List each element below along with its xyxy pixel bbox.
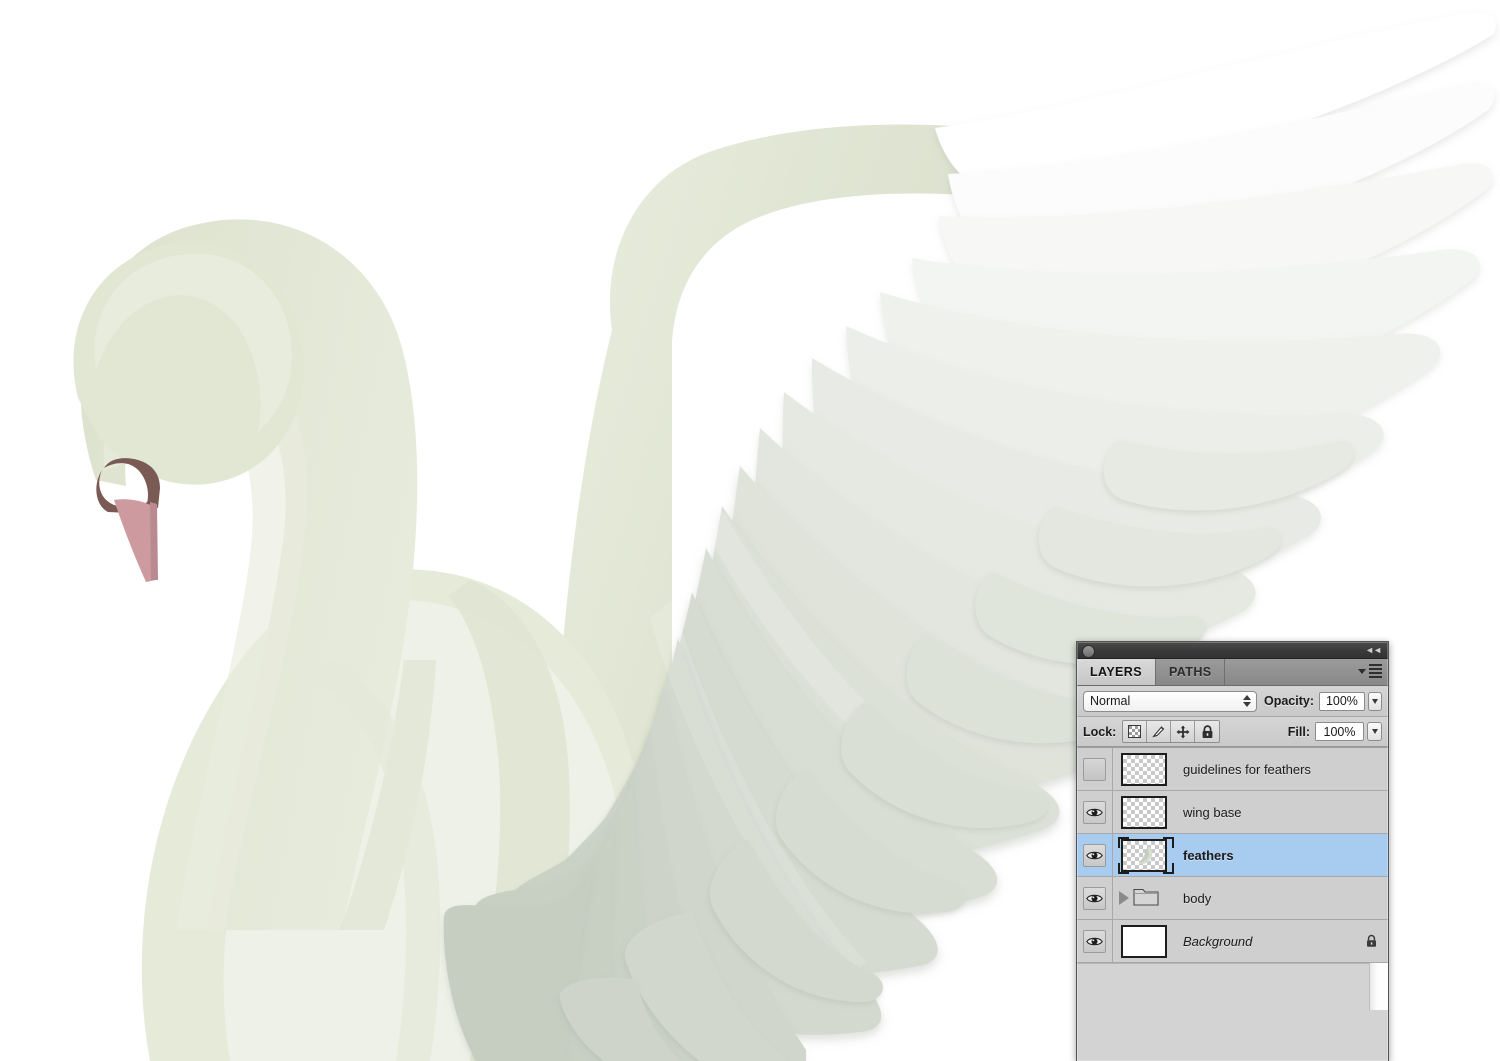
- layer-thumbnail-image: [1121, 795, 1167, 829]
- layer-name-label[interactable]: Background: [1175, 934, 1354, 949]
- layer-group-cell[interactable]: [1113, 877, 1175, 920]
- layer-thumbnail[interactable]: [1113, 920, 1175, 963]
- opacity-value: 100%: [1325, 694, 1358, 708]
- layer-thumbnail-image: [1121, 838, 1167, 872]
- table-row[interactable]: Background: [1077, 919, 1388, 963]
- table-row[interactable]: wing base: [1077, 790, 1388, 834]
- panel-titlebar[interactable]: ◄◄: [1077, 642, 1388, 659]
- layer-thumbnail-image: [1121, 752, 1167, 786]
- layer-list[interactable]: guidelines for feathers wing base feathe…: [1077, 747, 1388, 1010]
- eye-icon-off: [1083, 757, 1106, 781]
- panel-grip-icon[interactable]: [1082, 645, 1095, 658]
- layer-name-label[interactable]: feathers: [1175, 848, 1354, 863]
- eye-icon: [1083, 886, 1106, 910]
- layer-visibility-toggle[interactable]: [1077, 790, 1113, 834]
- tab-paths-label: PATHS: [1168, 665, 1212, 679]
- layer-thumbnail[interactable]: [1113, 791, 1175, 834]
- panel-menu-lines-icon: [1369, 664, 1382, 678]
- fill-value: 100%: [1323, 724, 1356, 739]
- table-row[interactable]: guidelines for feathers: [1077, 747, 1388, 791]
- layer-thumbnail[interactable]: [1113, 834, 1175, 877]
- table-row[interactable]: body: [1077, 876, 1388, 920]
- collapse-to-icons-icon[interactable]: ◄◄: [1365, 645, 1382, 655]
- layer-name-label[interactable]: guidelines for feathers: [1175, 762, 1354, 777]
- layer-visibility-toggle[interactable]: [1077, 919, 1113, 963]
- layer-name-label[interactable]: wing base: [1175, 805, 1354, 820]
- folder-icon: [1133, 887, 1159, 910]
- layer-thumbnail[interactable]: [1113, 748, 1175, 791]
- lock-button-group[interactable]: [1122, 720, 1221, 743]
- eye-icon: [1083, 800, 1106, 824]
- lock-image-pixels-icon[interactable]: [1147, 721, 1172, 742]
- lock-label: Lock:: [1083, 724, 1117, 739]
- blend-mode-stepper-icon[interactable]: [1243, 694, 1251, 707]
- table-row[interactable]: feathers: [1077, 833, 1388, 877]
- lock-position-icon[interactable]: [1171, 721, 1196, 742]
- panel-tab-strip[interactable]: LAYERS PATHS: [1077, 659, 1388, 686]
- chevron-right-icon[interactable]: [1119, 891, 1129, 905]
- fill-input[interactable]: 100%: [1315, 722, 1364, 741]
- blend-mode-value: Normal: [1090, 694, 1131, 708]
- panel-menu-caret-icon: [1358, 668, 1366, 674]
- lock-transparent-pixels-icon[interactable]: [1123, 721, 1148, 742]
- opacity-label: Opacity:: [1264, 694, 1315, 708]
- panel-menu-icon[interactable]: [1358, 664, 1382, 678]
- fill-slider-caret-icon[interactable]: [1367, 722, 1382, 741]
- lock-all-icon[interactable]: [1195, 721, 1220, 742]
- layer-thumbnail-image: [1121, 924, 1167, 958]
- blend-mode-select[interactable]: Normal: [1083, 690, 1257, 712]
- fill-label: Fill:: [1287, 724, 1310, 739]
- tab-layers[interactable]: LAYERS: [1077, 659, 1156, 685]
- layers-panel[interactable]: ◄◄ LAYERS PATHS Normal Opacity: 100% Loc…: [1076, 641, 1389, 1061]
- tab-layers-label: LAYERS: [1090, 665, 1142, 679]
- opacity-input[interactable]: 100%: [1319, 691, 1365, 711]
- layer-visibility-toggle[interactable]: [1077, 833, 1113, 877]
- lock-row[interactable]: Lock: Fill: 100%: [1077, 717, 1388, 747]
- background-lock-icon: [1354, 934, 1388, 948]
- eye-icon: [1083, 929, 1106, 953]
- blend-mode-row[interactable]: Normal Opacity: 100%: [1077, 686, 1388, 717]
- opacity-slider-caret-icon[interactable]: [1367, 691, 1382, 711]
- layer-visibility-toggle[interactable]: [1077, 747, 1113, 791]
- layer-list-empty-area: [1077, 963, 1388, 1010]
- eye-icon: [1083, 843, 1106, 867]
- layer-visibility-toggle[interactable]: [1077, 876, 1113, 920]
- layer-name-label[interactable]: body: [1175, 891, 1354, 906]
- tab-paths[interactable]: PATHS: [1155, 659, 1226, 685]
